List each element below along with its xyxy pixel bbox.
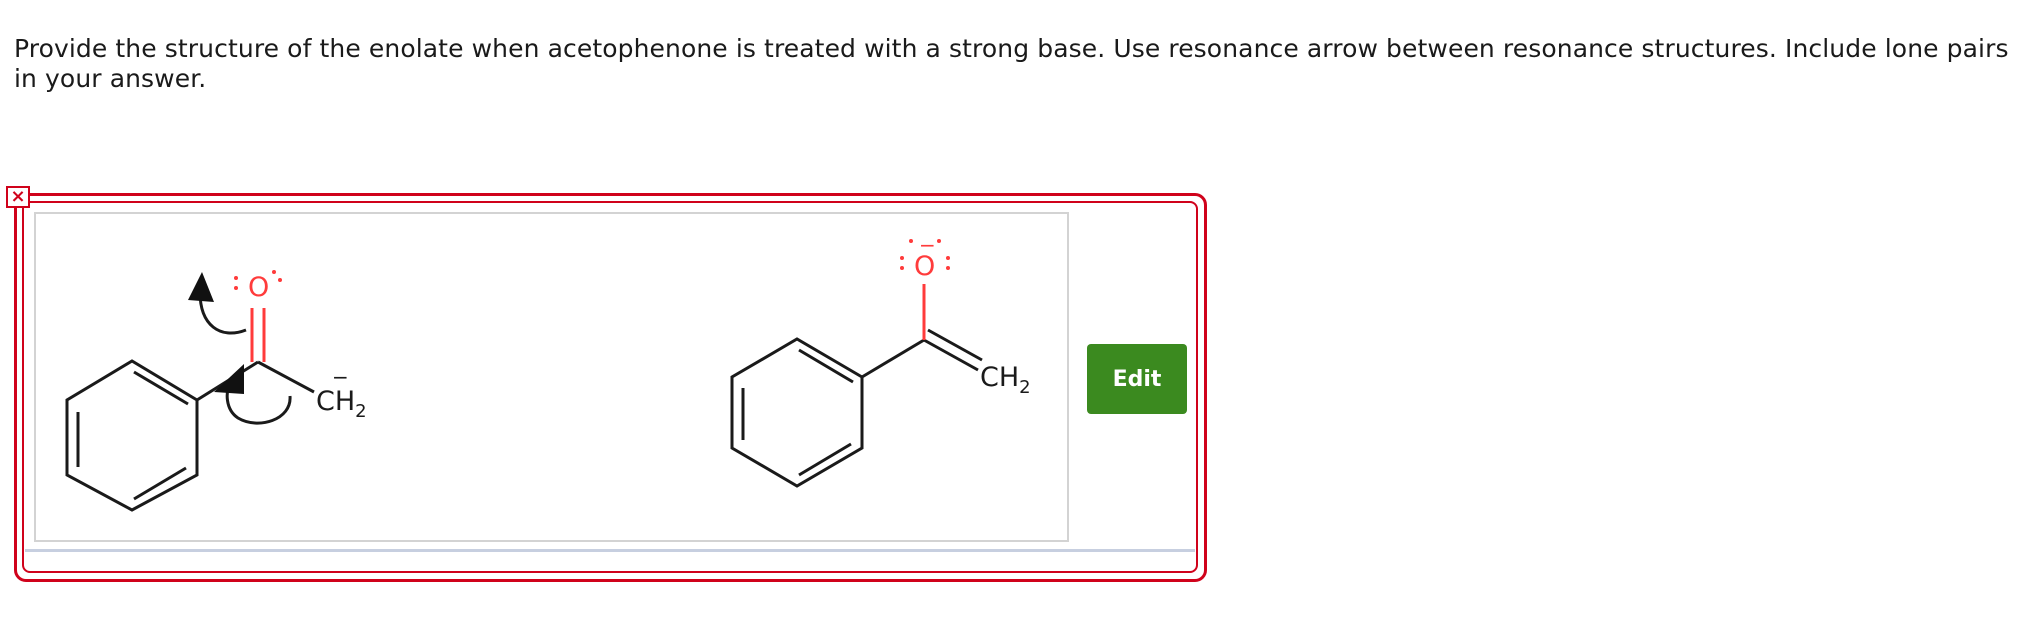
question-text: Provide the structure of the enolate whe…	[14, 34, 2009, 93]
structure-drawing-canvas[interactable]	[34, 212, 1069, 542]
edit-button[interactable]: Edit	[1087, 344, 1187, 414]
answer-box-divider	[25, 549, 1195, 552]
close-icon[interactable]: ×	[6, 186, 30, 208]
